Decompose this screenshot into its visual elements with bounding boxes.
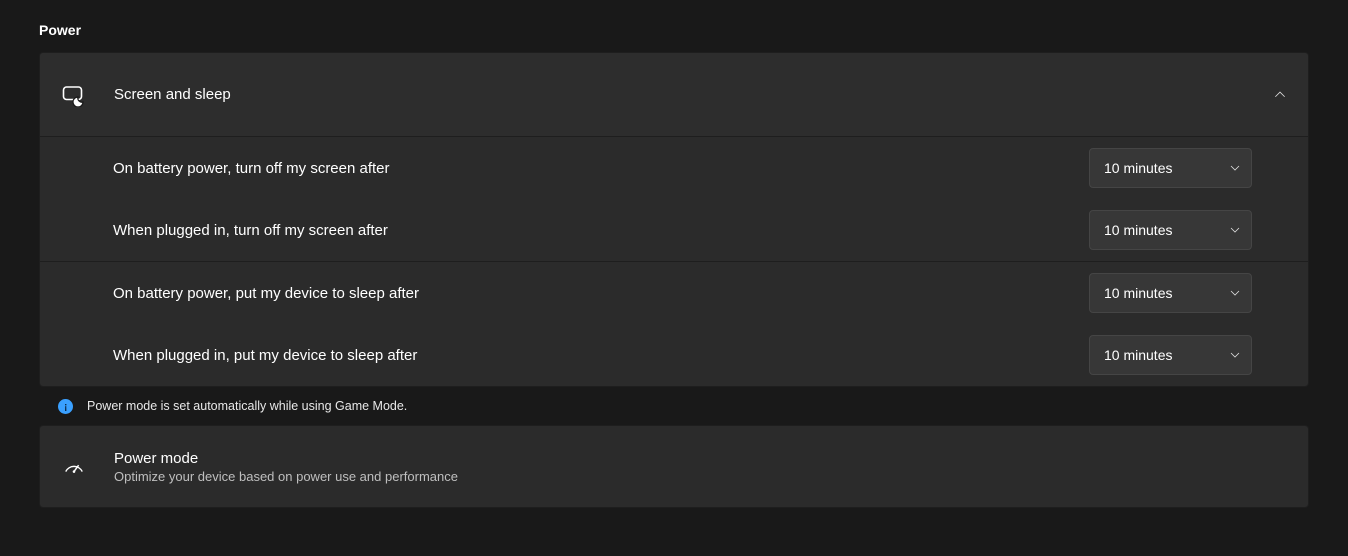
gauge-icon bbox=[62, 455, 86, 479]
screen-sleep-icon bbox=[62, 83, 86, 107]
row-screen-off-plugged: When plugged in, turn off my screen afte… bbox=[40, 199, 1308, 261]
row-sleep-battery: On battery power, put my device to sleep… bbox=[40, 261, 1308, 324]
chevron-down-icon bbox=[1229, 162, 1241, 174]
section-title-power: Power bbox=[39, 0, 1309, 52]
info-text: Power mode is set automatically while us… bbox=[87, 399, 407, 413]
dropdown-screen-off-plugged[interactable]: 10 minutes bbox=[1089, 210, 1252, 250]
screen-and-sleep-header[interactable]: Screen and sleep bbox=[40, 53, 1308, 136]
dropdown-sleep-plugged[interactable]: 10 minutes bbox=[1089, 335, 1252, 375]
chevron-down-icon bbox=[1229, 287, 1241, 299]
row-screen-off-battery: On battery power, turn off my screen aft… bbox=[40, 136, 1308, 199]
power-mode-info: Power mode is set automatically while us… bbox=[39, 387, 1309, 425]
row-label: When plugged in, put my device to sleep … bbox=[113, 347, 1089, 364]
row-label: When plugged in, turn off my screen afte… bbox=[113, 222, 1089, 239]
row-sleep-plugged: When plugged in, put my device to sleep … bbox=[40, 324, 1308, 386]
screen-and-sleep-title: Screen and sleep bbox=[114, 86, 1272, 103]
info-icon bbox=[58, 399, 73, 414]
chevron-down-icon bbox=[1229, 224, 1241, 236]
row-label: On battery power, turn off my screen aft… bbox=[113, 160, 1089, 177]
power-mode-subtitle: Optimize your device based on power use … bbox=[114, 469, 458, 484]
power-mode-title: Power mode bbox=[114, 450, 458, 467]
dropdown-value: 10 minutes bbox=[1104, 160, 1229, 176]
dropdown-screen-off-battery[interactable]: 10 minutes bbox=[1089, 148, 1252, 188]
chevron-down-icon bbox=[1229, 349, 1241, 361]
screen-and-sleep-card: Screen and sleep On battery power, turn … bbox=[39, 52, 1309, 387]
dropdown-value: 10 minutes bbox=[1104, 285, 1229, 301]
dropdown-sleep-battery[interactable]: 10 minutes bbox=[1089, 273, 1252, 313]
row-label: On battery power, put my device to sleep… bbox=[113, 285, 1089, 302]
chevron-up-icon bbox=[1272, 87, 1288, 103]
dropdown-value: 10 minutes bbox=[1104, 347, 1229, 363]
power-mode-card: Power mode Optimize your device based on… bbox=[39, 425, 1309, 508]
dropdown-value: 10 minutes bbox=[1104, 222, 1229, 238]
